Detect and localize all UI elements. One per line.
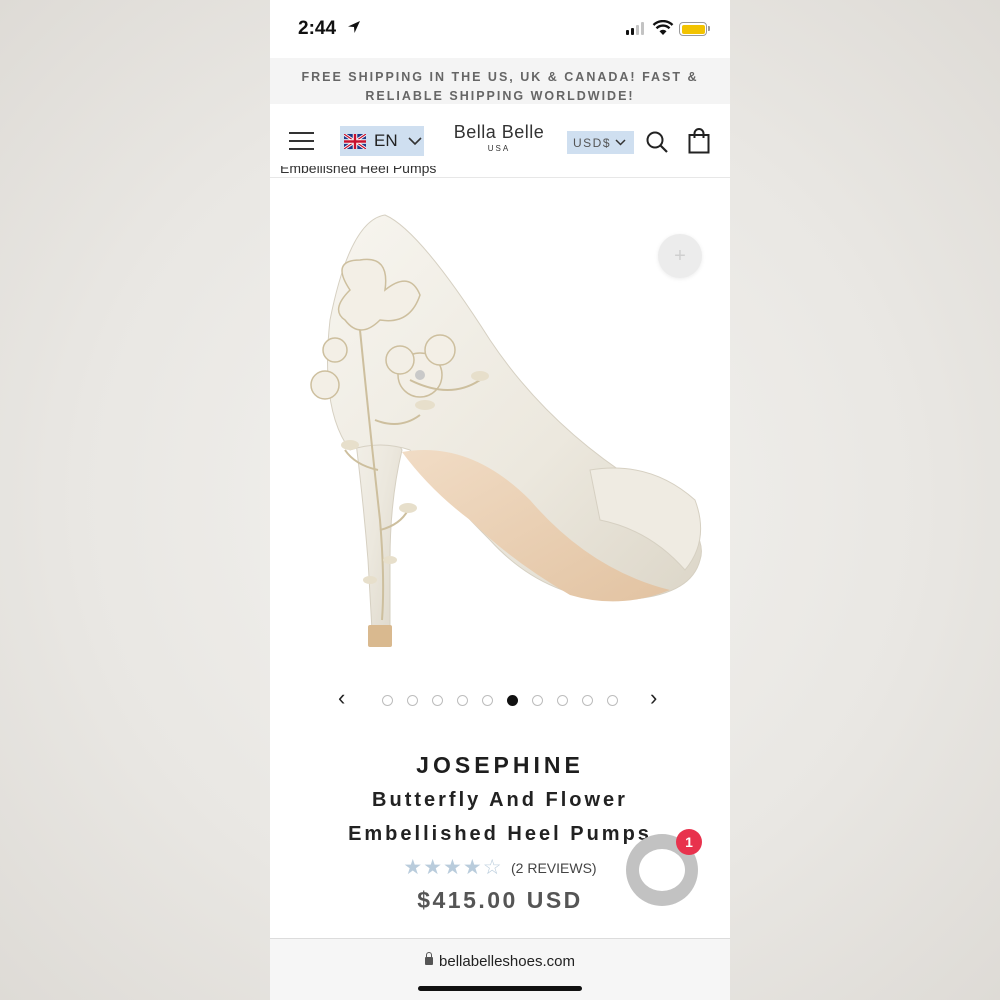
lock-icon bbox=[425, 952, 434, 965]
hamburger-menu-icon[interactable] bbox=[289, 132, 314, 151]
carousel-dots bbox=[382, 695, 618, 706]
product-title-line-1: Butterfly And Flower bbox=[372, 789, 628, 811]
carousel-next-arrow-icon[interactable]: › bbox=[650, 686, 657, 710]
carousel-dot[interactable] bbox=[582, 695, 593, 706]
uk-flag-icon bbox=[344, 133, 366, 149]
product-brand: JOSEPHINE bbox=[416, 752, 584, 778]
carousel-dot[interactable] bbox=[607, 695, 618, 706]
location-arrow-icon bbox=[348, 21, 360, 33]
review-count: (2 REVIEWS) bbox=[511, 859, 597, 876]
shopping-bag-icon[interactable] bbox=[688, 128, 710, 154]
browser-url-bar[interactable]: bellabelleshoes.com bbox=[270, 938, 730, 1000]
carousel-dot[interactable] bbox=[457, 695, 468, 706]
battery-icon bbox=[679, 22, 710, 36]
breadcrumb[interactable]: Embellished Heel Pumps bbox=[280, 166, 436, 179]
carousel-dot[interactable] bbox=[507, 695, 518, 706]
chevron-down-icon bbox=[408, 136, 422, 145]
carousel-dot[interactable] bbox=[532, 695, 543, 706]
currency-label: USD$ bbox=[573, 135, 612, 150]
phone-screen: 2:44 FREE SHIPPING IN THE US, UK & CANAD… bbox=[270, 0, 730, 1000]
cellular-signal-icon bbox=[626, 22, 644, 35]
status-time: 2:44 bbox=[298, 18, 337, 39]
carousel-dot[interactable] bbox=[432, 695, 443, 706]
wifi-icon bbox=[652, 20, 674, 35]
plus-icon: + bbox=[674, 244, 686, 267]
home-indicator[interactable] bbox=[418, 986, 582, 991]
chevron-down-icon bbox=[615, 139, 626, 146]
promo-banner: FREE SHIPPING IN THE US, UK & CANADA! FA… bbox=[270, 58, 730, 104]
carousel-dot[interactable] bbox=[482, 695, 493, 706]
site-logo[interactable]: Bella Belle USA bbox=[440, 122, 558, 153]
carousel-dot[interactable] bbox=[382, 695, 393, 706]
zoom-button[interactable]: + bbox=[658, 234, 702, 278]
carousel-dot[interactable] bbox=[407, 695, 418, 706]
carousel-dot[interactable] bbox=[557, 695, 568, 706]
url-display[interactable]: bellabelleshoes.com bbox=[270, 952, 730, 970]
language-label: EN bbox=[374, 131, 398, 150]
url-text: bellabelleshoes.com bbox=[439, 953, 575, 970]
chat-notification-badge: 1 bbox=[676, 829, 702, 855]
product-image-shoe[interactable] bbox=[290, 200, 710, 660]
currency-selector[interactable]: USD$ bbox=[567, 131, 634, 154]
rating-stars-icon: ★★★★☆ bbox=[403, 856, 503, 879]
logo-subtitle: USA bbox=[487, 144, 511, 153]
language-selector[interactable]: EN bbox=[340, 126, 424, 156]
logo-name: Bella Belle bbox=[453, 122, 545, 142]
chat-bubble-icon bbox=[639, 849, 685, 891]
search-icon[interactable] bbox=[645, 130, 669, 154]
image-carousel-controls: ‹ › bbox=[270, 686, 730, 712]
carousel-prev-arrow-icon[interactable]: ‹ bbox=[338, 686, 345, 710]
status-bar: 2:44 bbox=[270, 0, 730, 58]
